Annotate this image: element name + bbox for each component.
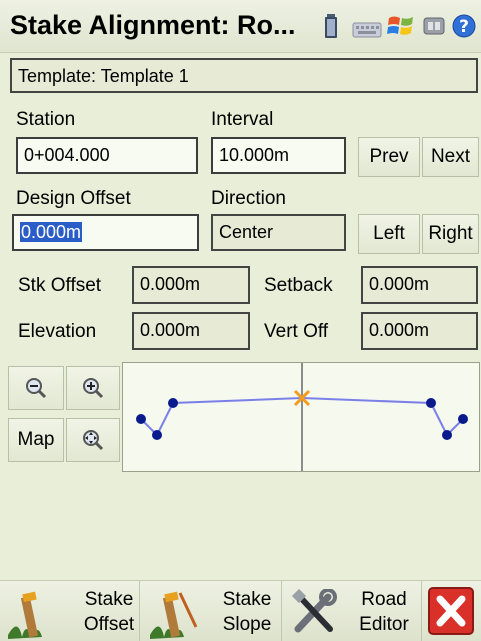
setback-label: Setback (264, 275, 333, 296)
road-editor-button[interactable]: Road Editor (282, 581, 422, 641)
stk-offset-field[interactable]: 0.000m (132, 266, 250, 304)
stake-slope-label-2: Slope (222, 614, 272, 635)
road-editor-label-2: Editor (359, 614, 409, 635)
vert-off-field[interactable]: 0.000m (361, 312, 478, 350)
zoom-out-icon (26, 378, 47, 399)
interval-label: Interval (211, 109, 274, 130)
profile-point (426, 398, 436, 408)
road-editor-label-1: Road (361, 589, 407, 610)
stake-slope-label-1: Stake (222, 589, 272, 610)
direction-label: Direction (211, 188, 286, 209)
elevation-label: Elevation (18, 321, 97, 342)
zoom-out-button[interactable] (8, 366, 64, 410)
stake-offset-button[interactable]: Stake Offset (0, 581, 140, 641)
template-field[interactable]: Template: Template 1 (10, 58, 478, 93)
setback-field[interactable]: 0.000m (361, 266, 478, 304)
keyboard-icon[interactable] (352, 14, 382, 38)
bottom-toolbar: Stake Offset Stake Slope Road Editor (0, 580, 481, 641)
cross-section-view[interactable] (122, 362, 480, 472)
station-input[interactable]: 0+004.000 (16, 137, 198, 174)
help-icon[interactable]: ? (452, 14, 476, 38)
connection-icon[interactable] (423, 14, 445, 38)
page-title: Stake Alignment: Ro... (10, 10, 296, 40)
design-offset-label: Design Offset (16, 188, 131, 209)
zoom-in-button[interactable] (66, 366, 120, 410)
profile-point (168, 398, 178, 408)
map-button[interactable]: Map (8, 418, 64, 462)
stake-slope-icon (150, 591, 198, 639)
tools-icon (291, 589, 337, 633)
windows-flag-icon[interactable] (387, 14, 415, 38)
vert-off-label: Vert Off (264, 321, 329, 342)
stake-offset-label-2: Offset (83, 614, 135, 635)
svg-text:?: ? (459, 17, 469, 37)
profile-point (458, 414, 468, 424)
stake-slope-button[interactable]: Stake Slope (140, 581, 282, 641)
battery-icon[interactable] (324, 14, 338, 38)
close-icon (428, 587, 474, 635)
next-button[interactable]: Next (422, 137, 479, 177)
title-bar: Stake Alignment: Ro... ? (0, 0, 481, 53)
profile-point (136, 414, 146, 424)
elevation-field[interactable]: 0.000m (132, 312, 250, 350)
zoom-in-icon (83, 378, 104, 399)
direction-field[interactable]: Center (211, 214, 346, 251)
right-button[interactable]: Right (422, 214, 479, 254)
stake-offset-label-1: Stake (84, 589, 134, 610)
design-offset-value: 0.000m (20, 222, 83, 242)
design-offset-input[interactable]: 0.000m (12, 214, 199, 251)
left-button[interactable]: Left (358, 214, 420, 254)
zoom-extents-button[interactable] (66, 418, 120, 462)
profile-point (442, 430, 452, 440)
prev-button[interactable]: Prev (358, 137, 420, 177)
close-button[interactable] (422, 581, 481, 641)
stake-icon (8, 591, 42, 639)
station-label: Station (16, 109, 76, 130)
profile-point (152, 430, 162, 440)
zoom-extents-icon (83, 430, 104, 451)
stk-offset-label: Stk Offset (18, 275, 102, 296)
cross-section-graphic (136, 363, 468, 471)
interval-input[interactable]: 10.000m (211, 137, 346, 174)
